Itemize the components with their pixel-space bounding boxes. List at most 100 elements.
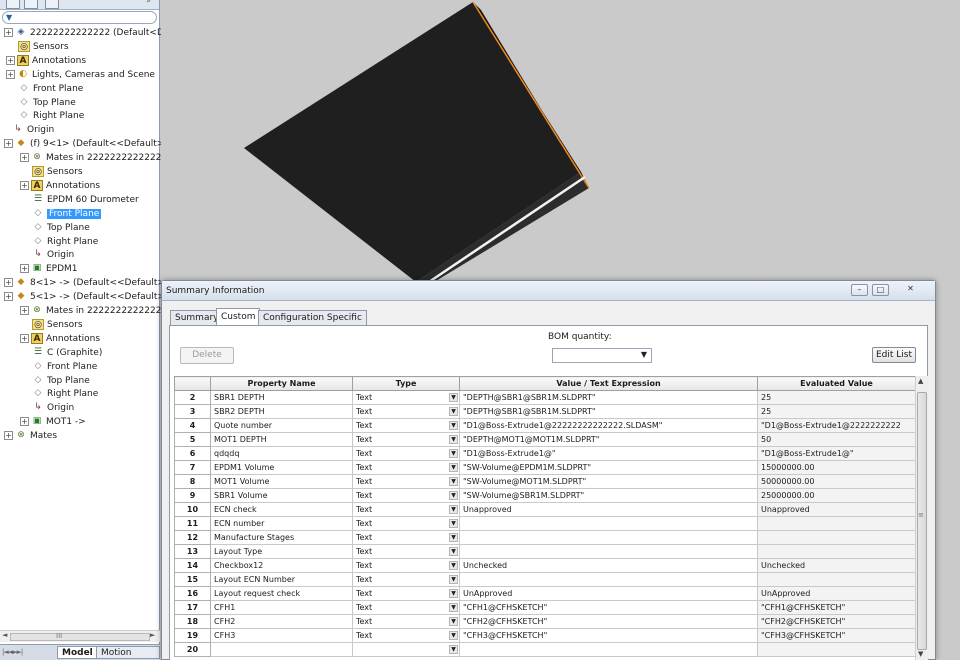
type-dropdown-arrow-icon[interactable]: ▼ [449, 533, 458, 542]
type-cell[interactable]: Text ▼ [352, 586, 460, 601]
type-dropdown-arrow-icon[interactable]: ▼ [449, 561, 458, 570]
property-name-cell[interactable]: CFH1 [210, 600, 353, 615]
type-cell[interactable]: Text ▼ [352, 502, 460, 517]
minimize-button[interactable]: – [851, 284, 868, 296]
expand-chevron-icon[interactable]: » [146, 0, 151, 5]
type-cell[interactable]: ▼ [352, 642, 460, 657]
tree-node[interactable]: ☰ C (Graphite) [32, 346, 102, 360]
property-name-cell[interactable]: SBR1 DEPTH [210, 390, 353, 405]
property-name-cell[interactable]: SBR1 Volume [210, 488, 353, 503]
expand-icon[interactable]: + [4, 28, 13, 37]
tree-node[interactable]: + ◐ Lights, Cameras and Scene [6, 68, 155, 82]
value-cell[interactable] [459, 530, 758, 545]
tree-node[interactable]: ◇ Right Plane [18, 109, 85, 123]
tree-node[interactable]: + A Annotations [20, 179, 100, 193]
table-row[interactable]: 14 Checkbox12 Text ▼ Unchecked Unchecked [174, 558, 916, 573]
type-cell[interactable]: Text ▼ [352, 460, 460, 475]
tab-configuration-specific[interactable]: Configuration Specific [258, 310, 367, 325]
tab-motion-study[interactable]: Motion Study [96, 646, 160, 659]
type-dropdown-arrow-icon[interactable]: ▼ [449, 421, 458, 430]
tab-model[interactable]: Model [57, 646, 98, 659]
table-row[interactable]: 10 ECN check Text ▼ Unapproved Unapproved [174, 502, 916, 517]
property-name-cell[interactable]: SBR2 DEPTH [210, 404, 353, 419]
table-row[interactable]: 16 Layout request check Text ▼ UnApproved UnA… [174, 586, 916, 601]
value-cell[interactable] [459, 642, 758, 657]
column-header-evaluated-value[interactable]: Evaluated Value [757, 376, 916, 391]
column-header-property-name[interactable]: Property Name [210, 376, 353, 391]
table-row[interactable]: 8 MOT1 Volume Text ▼ "SW-Volume@MOT1M.SLDPRT… [174, 474, 916, 489]
table-row[interactable]: 5 MOT1 DEPTH Text ▼ "DEPTH@MOT1@MOT1M.SLDPRT… [174, 432, 916, 447]
type-dropdown-arrow-icon[interactable]: ▼ [449, 463, 458, 472]
tree-node[interactable]: ◎ Sensors [32, 318, 83, 332]
table-row[interactable]: 9 SBR1 Volume Text ▼ "SW-Volume@SBR1M.SLDPRT… [174, 488, 916, 503]
value-cell[interactable]: "D1@Boss-Extrude1@" [459, 446, 758, 461]
property-name-cell[interactable]: ECN check [210, 502, 353, 517]
type-dropdown-arrow-icon[interactable]: ▼ [449, 505, 458, 514]
property-name-cell[interactable]: Layout request check [210, 586, 353, 601]
value-cell[interactable]: "SW-Volume@SBR1M.SLDPRT" [459, 488, 758, 503]
expand-icon[interactable]: + [4, 292, 13, 302]
value-cell[interactable]: "DEPTH@SBR1@SBR1M.SLDPRT" [459, 404, 758, 419]
scroll-down-arrow-icon[interactable]: ▼ [918, 650, 923, 658]
type-dropdown-arrow-icon[interactable]: ▼ [449, 603, 458, 612]
type-cell[interactable]: Text ▼ [352, 628, 460, 643]
tree-node[interactable]: + ⊗ Mates in 22222222222222 [20, 304, 167, 318]
expand-icon[interactable]: + [6, 69, 15, 79]
tree-node[interactable]: ◇ Front Plane [32, 207, 102, 221]
type-cell[interactable]: Text ▼ [352, 488, 460, 503]
property-name-cell[interactable]: MOT1 DEPTH [210, 432, 353, 447]
type-cell[interactable]: Text ▼ [352, 432, 460, 447]
expand-icon[interactable]: + [20, 264, 29, 274]
table-row[interactable]: 18 CFH2 Text ▼ "CFH2@CFHSKETCH" "CFH2@CFHSKET… [174, 614, 916, 629]
tree-node[interactable]: ◇ Front Plane [18, 82, 84, 96]
tree-node[interactable]: ◎ Sensors [32, 165, 83, 179]
property-name-cell[interactable]: MOT1 Volume [210, 474, 353, 489]
dialog-titlebar[interactable]: Summary Information – □ ✕ [162, 281, 935, 301]
tree-node[interactable]: + A Annotations [20, 332, 100, 346]
type-dropdown-arrow-icon[interactable]: ▼ [449, 435, 458, 444]
scroll-right-arrow-icon[interactable]: ► [150, 631, 155, 639]
tree-node[interactable]: ◇ Top Plane [32, 221, 90, 235]
type-cell[interactable]: Text ▼ [352, 572, 460, 587]
expand-icon[interactable]: + [20, 417, 29, 427]
configuration-manager-tab-icon[interactable] [45, 0, 59, 9]
property-name-cell[interactable] [210, 642, 353, 657]
table-row[interactable]: 3 SBR2 DEPTH Text ▼ "DEPTH@SBR1@SBR1M.SLDPRT… [174, 404, 916, 419]
property-name-cell[interactable]: Manufacture Stages [210, 530, 353, 545]
type-dropdown-arrow-icon[interactable]: ▼ [449, 617, 458, 626]
value-cell[interactable]: Unapproved [459, 502, 758, 517]
expand-icon[interactable]: + [4, 431, 13, 441]
delete-button[interactable]: Delete [180, 347, 234, 364]
value-cell[interactable]: "CFH2@CFHSKETCH" [459, 614, 758, 629]
tree-node[interactable]: ☰ EPDM 60 Durometer [32, 193, 139, 207]
value-cell[interactable]: UnApproved [459, 586, 758, 601]
type-dropdown-arrow-icon[interactable]: ▼ [449, 393, 458, 402]
value-cell[interactable]: "SW-Volume@MOT1M.SLDPRT" [459, 474, 758, 489]
tree-node[interactable]: + ⊗ Mates [4, 429, 57, 443]
scroll-left-arrow-icon[interactable]: ◄ [2, 631, 7, 639]
table-row[interactable]: 4 Quote number Text ▼ "D1@Boss-Extrude1@2222… [174, 418, 916, 433]
type-cell[interactable]: Text ▼ [352, 516, 460, 531]
expand-icon[interactable]: + [20, 180, 29, 190]
property-name-cell[interactable]: Quote number [210, 418, 353, 433]
scroll-up-arrow-icon[interactable]: ▲ [918, 377, 923, 385]
type-cell[interactable]: Text ▼ [352, 600, 460, 615]
property-name-cell[interactable]: EPDM1 Volume [210, 460, 353, 475]
column-header-value[interactable]: Value / Text Expression [459, 376, 758, 391]
type-cell[interactable]: Text ▼ [352, 530, 460, 545]
tree-node[interactable]: ◇ Top Plane [32, 374, 90, 388]
tree-node[interactable]: ◇ Right Plane [32, 235, 99, 249]
tree-node[interactable]: ◇ Front Plane [32, 360, 98, 374]
select-all-corner[interactable] [174, 376, 211, 391]
property-name-cell[interactable]: ECN number [210, 516, 353, 531]
type-dropdown-arrow-icon[interactable]: ▼ [449, 547, 458, 556]
type-dropdown-arrow-icon[interactable]: ▼ [449, 631, 458, 640]
type-dropdown-arrow-icon[interactable]: ▼ [449, 575, 458, 584]
tree-node[interactable]: + ⊗ Mates in 22222222222222 [20, 151, 167, 165]
table-row[interactable]: 15 Layout ECN Number Text ▼ [174, 572, 916, 587]
property-name-cell[interactable]: CFH2 [210, 614, 353, 629]
scrollbar-thumb[interactable] [917, 392, 927, 650]
edit-list-button[interactable]: Edit List [872, 347, 916, 363]
table-row[interactable]: 20 ▼ [174, 642, 916, 657]
property-name-cell[interactable]: Layout ECN Number [210, 572, 353, 587]
